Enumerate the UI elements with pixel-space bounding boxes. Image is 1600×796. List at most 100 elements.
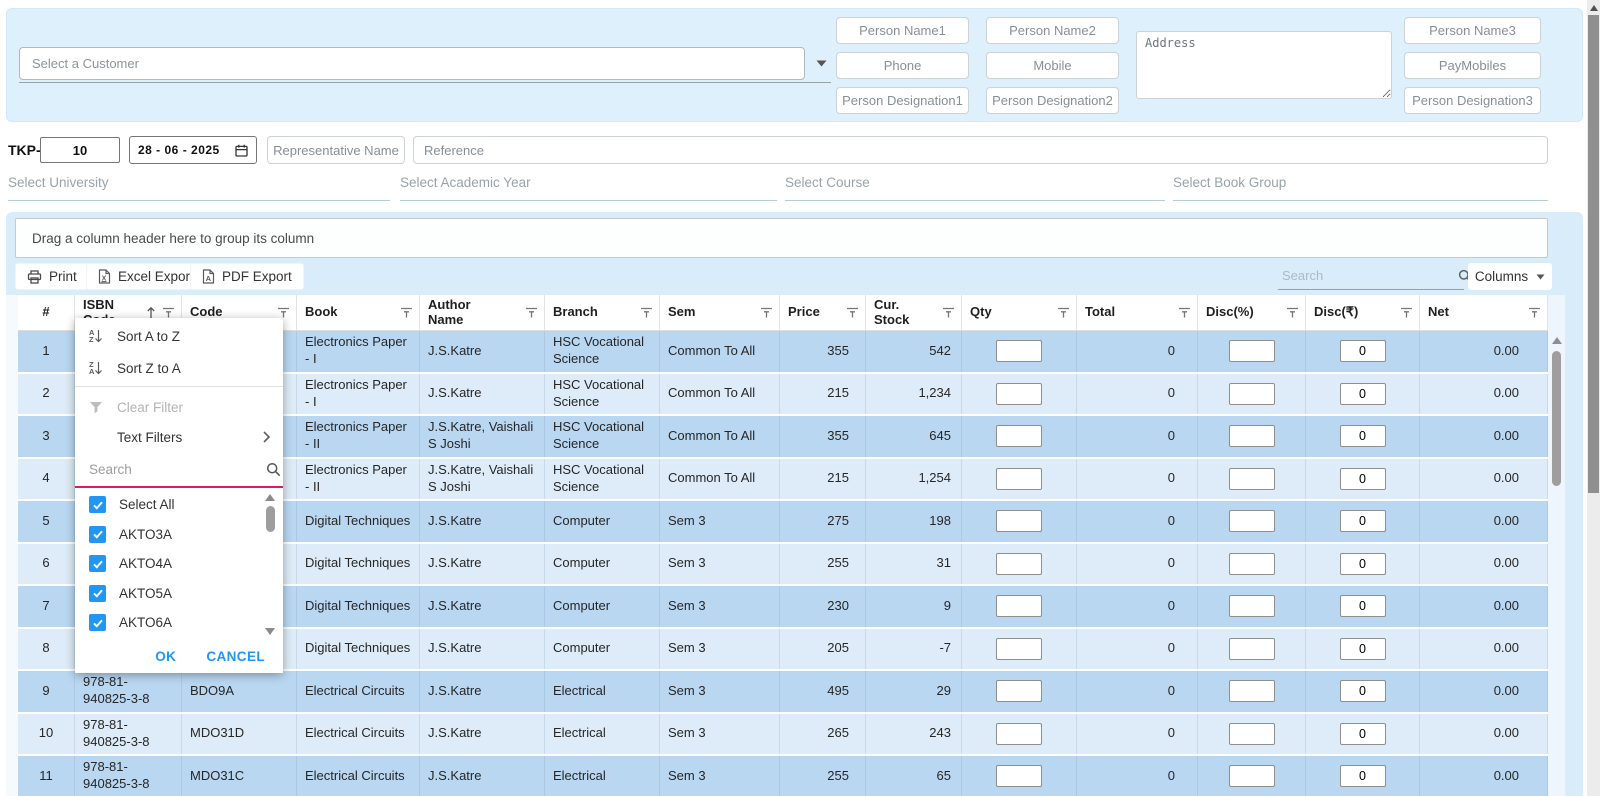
- select-university[interactable]: Select University: [8, 170, 390, 201]
- filter-value-item[interactable]: Select All: [75, 490, 283, 520]
- filter-value-item[interactable]: AKTO4A: [75, 549, 283, 579]
- header-filter-icon[interactable]: [1286, 307, 1299, 318]
- representative-name-field[interactable]: [267, 136, 405, 164]
- address-field[interactable]: [1136, 31, 1392, 99]
- row-disc-pct-input[interactable]: [1229, 468, 1275, 490]
- person-designation1-field[interactable]: [836, 87, 969, 114]
- row-disc-pct-input[interactable]: [1229, 638, 1275, 660]
- header-filter-icon[interactable]: [400, 307, 413, 318]
- checkbox-checked-icon[interactable]: [89, 496, 106, 513]
- scroll-up-arrow-icon[interactable]: [1552, 337, 1562, 344]
- row-qty-input[interactable]: [996, 765, 1042, 787]
- mobile-field[interactable]: [986, 52, 1119, 79]
- filter-value-item[interactable]: AKTO3A: [75, 520, 283, 550]
- row-qty-input[interactable]: [996, 553, 1042, 575]
- column-header-book[interactable]: Book: [297, 295, 420, 331]
- group-panel[interactable]: Drag a column header here to group its c…: [15, 218, 1548, 258]
- date-input[interactable]: 28 - 06 - 2025: [129, 136, 257, 164]
- columns-chooser-button[interactable]: Columns: [1468, 263, 1552, 290]
- sort-a-to-z-item[interactable]: AZ Sort A to Z: [75, 320, 283, 352]
- paymobiles-field[interactable]: [1404, 52, 1541, 79]
- column-header-cur-stock[interactable]: Cur. Stock: [866, 295, 962, 331]
- select-course[interactable]: Select Course: [785, 170, 1165, 201]
- grid-scrollbar-thumb[interactable]: [1552, 351, 1561, 486]
- grid-search-input[interactable]: [1278, 268, 1458, 283]
- checkbox-checked-icon[interactable]: [89, 614, 106, 631]
- ok-button[interactable]: OK: [155, 649, 176, 664]
- row-disc-rs-input[interactable]: [1340, 468, 1386, 490]
- print-button[interactable]: Print: [15, 263, 89, 290]
- person-designation2-field[interactable]: [986, 87, 1119, 114]
- header-filter-icon[interactable]: [640, 307, 653, 318]
- header-filter-icon[interactable]: [1178, 307, 1191, 318]
- checkbox-checked-icon[interactable]: [89, 585, 106, 602]
- row-qty-input[interactable]: [996, 680, 1042, 702]
- row-qty-input[interactable]: [996, 595, 1042, 617]
- person-name1-field[interactable]: [836, 17, 969, 44]
- customer-select-input[interactable]: [19, 47, 805, 80]
- pdf-export-button[interactable]: A PDF Export: [190, 263, 304, 290]
- row-disc-pct-input[interactable]: [1229, 383, 1275, 405]
- checkbox-checked-icon[interactable]: [89, 555, 106, 572]
- customer-dropdown-arrow-icon[interactable]: [811, 60, 831, 67]
- header-filter-icon[interactable]: [277, 307, 290, 318]
- row-disc-rs-input[interactable]: [1340, 340, 1386, 362]
- row-disc-pct-input[interactable]: [1229, 510, 1275, 532]
- header-filter-icon[interactable]: [1400, 307, 1413, 318]
- column-header-sem[interactable]: Sem: [660, 295, 780, 331]
- row-disc-rs-input[interactable]: [1340, 723, 1386, 745]
- page-scrollbar-thumb[interactable]: [1588, 15, 1599, 493]
- person-designation3-field[interactable]: [1404, 87, 1541, 114]
- column-header-net[interactable]: Net: [1420, 295, 1548, 331]
- filter-search-input[interactable]: [75, 462, 266, 477]
- text-filters-item[interactable]: Text Filters: [75, 422, 283, 452]
- column-header-price[interactable]: Price: [780, 295, 866, 331]
- row-disc-rs-input[interactable]: [1340, 510, 1386, 532]
- row-disc-rs-input[interactable]: [1340, 765, 1386, 787]
- grid-vertical-scrollbar[interactable]: [1548, 295, 1565, 796]
- row-qty-input[interactable]: [996, 468, 1042, 490]
- filter-value-item[interactable]: AKTO5A: [75, 579, 283, 609]
- filter-search-box[interactable]: [75, 452, 283, 488]
- row-disc-pct-input[interactable]: [1229, 340, 1275, 362]
- row-disc-rs-input[interactable]: [1340, 638, 1386, 660]
- tkp-number-input[interactable]: [40, 137, 120, 163]
- page-vertical-scrollbar[interactable]: [1587, 0, 1600, 796]
- cancel-button[interactable]: CANCEL: [206, 649, 265, 664]
- row-qty-input[interactable]: [996, 510, 1042, 532]
- header-filter-icon[interactable]: [846, 307, 859, 318]
- header-filter-icon[interactable]: [162, 307, 175, 318]
- clear-filter-item[interactable]: Clear Filter: [75, 392, 283, 422]
- select-book-group[interactable]: Select Book Group: [1173, 170, 1548, 201]
- column-header-author-name[interactable]: Author Name: [420, 295, 545, 331]
- row-disc-rs-input[interactable]: [1340, 383, 1386, 405]
- row-qty-input[interactable]: [996, 638, 1042, 660]
- row-qty-input[interactable]: [996, 383, 1042, 405]
- scroll-up-arrow-icon[interactable]: [265, 494, 275, 501]
- column-header-col[interactable]: #: [18, 295, 75, 331]
- row-disc-pct-input[interactable]: [1229, 553, 1275, 575]
- header-filter-icon[interactable]: [525, 307, 538, 318]
- row-disc-rs-input[interactable]: [1340, 595, 1386, 617]
- header-filter-icon[interactable]: [1528, 307, 1541, 318]
- column-header-branch[interactable]: Branch: [545, 295, 660, 331]
- row-disc-rs-input[interactable]: [1340, 425, 1386, 447]
- sort-z-to-a-item[interactable]: ZA Sort Z to A: [75, 352, 283, 384]
- column-header-qty[interactable]: Qty: [962, 295, 1077, 331]
- column-header-disc[interactable]: Disc(₹): [1306, 295, 1420, 331]
- column-header-disc[interactable]: Disc(%): [1198, 295, 1306, 331]
- excel-export-button[interactable]: X Excel Export: [86, 263, 206, 290]
- row-disc-pct-input[interactable]: [1229, 765, 1275, 787]
- row-disc-pct-input[interactable]: [1229, 595, 1275, 617]
- grid-search-box[interactable]: [1278, 262, 1464, 290]
- row-qty-input[interactable]: [996, 340, 1042, 362]
- scroll-down-arrow-icon[interactable]: [265, 628, 275, 635]
- person-name2-field[interactable]: [986, 17, 1119, 44]
- row-disc-rs-input[interactable]: [1340, 680, 1386, 702]
- header-filter-icon[interactable]: [942, 307, 955, 318]
- calendar-icon[interactable]: [235, 144, 248, 157]
- select-academic-year[interactable]: Select Academic Year: [400, 170, 777, 201]
- customer-combobox[interactable]: [19, 45, 831, 83]
- row-qty-input[interactable]: [996, 425, 1042, 447]
- reference-field[interactable]: [413, 136, 1548, 164]
